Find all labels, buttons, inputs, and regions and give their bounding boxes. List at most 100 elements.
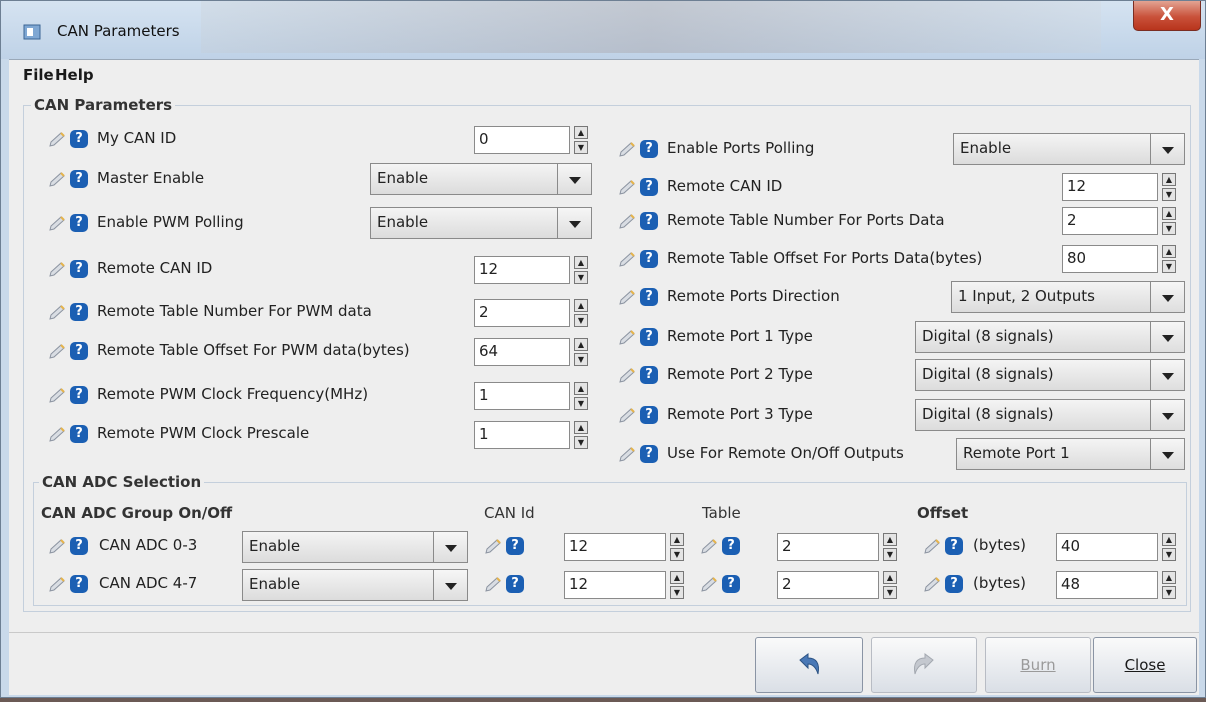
- help-icon[interactable]: ?: [945, 537, 963, 555]
- spin-up-icon[interactable]: ▲: [574, 421, 588, 434]
- spinner-arrows[interactable]: ▲ ▼: [883, 571, 897, 599]
- help-icon[interactable]: ?: [70, 425, 88, 443]
- right-row-3-spinner-input[interactable]: 80: [1062, 245, 1158, 273]
- edit-pencil-icon[interactable]: [47, 304, 69, 322]
- chevron-down-icon[interactable]: [1151, 133, 1185, 165]
- help-icon[interactable]: ?: [640, 178, 658, 196]
- chevron-down-icon[interactable]: [558, 163, 592, 195]
- help-icon[interactable]: ?: [70, 214, 88, 232]
- right-row-0-combo-value[interactable]: Enable: [953, 133, 1151, 165]
- spin-up-icon[interactable]: ▲: [883, 571, 897, 584]
- spin-down-icon[interactable]: ▼: [574, 436, 588, 449]
- help-icon[interactable]: ?: [70, 170, 88, 188]
- right-row-5-combo-value[interactable]: Digital (8 signals): [915, 321, 1151, 353]
- spinner-arrows[interactable]: ▲ ▼: [670, 533, 684, 561]
- adc-row-0-table-spinner-input[interactable]: 2: [777, 533, 879, 561]
- help-icon[interactable]: ?: [70, 303, 88, 321]
- spin-down-icon[interactable]: ▼: [883, 586, 897, 599]
- right-row-7-combo[interactable]: Digital (8 signals): [915, 399, 1185, 431]
- help-icon[interactable]: ?: [640, 328, 658, 346]
- adc-row-1-offset-spinner-input[interactable]: 48: [1056, 571, 1158, 599]
- help-icon[interactable]: ?: [640, 140, 658, 158]
- left-row-4-spinner-input[interactable]: 2: [474, 299, 570, 327]
- spinner-arrows[interactable]: ▲ ▼: [574, 382, 588, 410]
- edit-pencil-icon[interactable]: [47, 538, 69, 556]
- left-row-7-spinner-input[interactable]: 1: [474, 421, 570, 449]
- spin-up-icon[interactable]: ▲: [574, 382, 588, 395]
- burn-button[interactable]: Burn: [985, 637, 1091, 693]
- help-icon[interactable]: ?: [640, 406, 658, 424]
- spin-down-icon[interactable]: ▼: [574, 271, 588, 284]
- edit-pencil-icon[interactable]: [617, 367, 639, 385]
- help-icon[interactable]: ?: [506, 537, 524, 555]
- chevron-down-icon[interactable]: [1151, 359, 1185, 391]
- spin-down-icon[interactable]: ▼: [574, 353, 588, 366]
- spin-up-icon[interactable]: ▲: [883, 533, 897, 546]
- right-row-2-spinner-input[interactable]: 2: [1062, 207, 1158, 235]
- edit-pencil-icon[interactable]: [47, 261, 69, 279]
- edit-pencil-icon[interactable]: [617, 407, 639, 425]
- edit-pencil-icon[interactable]: [47, 343, 69, 361]
- edit-pencil-icon[interactable]: [483, 538, 505, 556]
- edit-pencil-icon[interactable]: [47, 426, 69, 444]
- help-icon[interactable]: ?: [640, 366, 658, 384]
- edit-pencil-icon[interactable]: [699, 576, 721, 594]
- help-icon[interactable]: ?: [640, 445, 658, 463]
- spin-down-icon[interactable]: ▼: [1162, 586, 1176, 599]
- spin-up-icon[interactable]: ▲: [1162, 173, 1176, 186]
- right-row-4-combo-value[interactable]: 1 Input, 2 Outputs: [951, 281, 1151, 313]
- spin-up-icon[interactable]: ▲: [670, 533, 684, 546]
- help-icon[interactable]: ?: [70, 575, 88, 593]
- spinner-arrows[interactable]: ▲ ▼: [574, 256, 588, 284]
- edit-pencil-icon[interactable]: [922, 576, 944, 594]
- spin-up-icon[interactable]: ▲: [1162, 207, 1176, 220]
- spin-up-icon[interactable]: ▲: [1162, 245, 1176, 258]
- spinner-arrows[interactable]: ▲ ▼: [883, 533, 897, 561]
- help-icon[interactable]: ?: [70, 386, 88, 404]
- spinner-arrows[interactable]: ▲ ▼: [1162, 245, 1176, 273]
- spinner-arrows[interactable]: ▲ ▼: [670, 571, 684, 599]
- left-row-2-combo[interactable]: Enable: [370, 207, 592, 239]
- chevron-down-icon[interactable]: [434, 569, 468, 601]
- help-icon[interactable]: ?: [722, 575, 740, 593]
- right-row-0-combo[interactable]: Enable: [953, 133, 1185, 165]
- edit-pencil-icon[interactable]: [47, 576, 69, 594]
- right-row-6-combo[interactable]: Digital (8 signals): [915, 359, 1185, 391]
- help-icon[interactable]: ?: [640, 250, 658, 268]
- help-icon[interactable]: ?: [722, 537, 740, 555]
- left-row-1-combo-value[interactable]: Enable: [370, 163, 558, 195]
- right-row-4-combo[interactable]: 1 Input, 2 Outputs: [951, 281, 1185, 313]
- menu-file[interactable]: File: [23, 66, 54, 84]
- right-row-8-combo-value[interactable]: Remote Port 1: [956, 438, 1151, 470]
- spinner-arrows[interactable]: ▲ ▼: [574, 421, 588, 449]
- spinner-arrows[interactable]: ▲ ▼: [1162, 207, 1176, 235]
- title-bar[interactable]: CAN Parameters X: [1, 1, 1205, 59]
- edit-pencil-icon[interactable]: [699, 538, 721, 556]
- chevron-down-icon[interactable]: [1151, 281, 1185, 313]
- edit-pencil-icon[interactable]: [617, 329, 639, 347]
- adc-row-0-offset-spinner-input[interactable]: 40: [1056, 533, 1158, 561]
- edit-pencil-icon[interactable]: [483, 576, 505, 594]
- spin-up-icon[interactable]: ▲: [670, 571, 684, 584]
- right-row-6-combo-value[interactable]: Digital (8 signals): [915, 359, 1151, 391]
- chevron-down-icon[interactable]: [434, 531, 468, 563]
- adc-row-1-onoff-combo[interactable]: Enable: [242, 569, 468, 601]
- spin-up-icon[interactable]: ▲: [574, 256, 588, 269]
- chevron-down-icon[interactable]: [1151, 438, 1185, 470]
- spin-down-icon[interactable]: ▼: [1162, 260, 1176, 273]
- adc-row-1-canid-spinner-input[interactable]: 12: [564, 571, 666, 599]
- spinner-arrows[interactable]: ▲ ▼: [1162, 533, 1176, 561]
- spin-down-icon[interactable]: ▼: [1162, 548, 1176, 561]
- help-icon[interactable]: ?: [640, 212, 658, 230]
- adc-row-0-onoff-combo-value[interactable]: Enable: [242, 531, 434, 563]
- edit-pencil-icon[interactable]: [47, 131, 69, 149]
- spin-down-icon[interactable]: ▼: [574, 314, 588, 327]
- window-close-button[interactable]: X: [1133, 1, 1201, 31]
- spinner-arrows[interactable]: ▲ ▼: [574, 299, 588, 327]
- spin-down-icon[interactable]: ▼: [574, 141, 588, 154]
- adc-row-0-onoff-combo[interactable]: Enable: [242, 531, 468, 563]
- spin-down-icon[interactable]: ▼: [574, 397, 588, 410]
- help-icon[interactable]: ?: [506, 575, 524, 593]
- edit-pencil-icon[interactable]: [617, 289, 639, 307]
- right-row-1-spinner-input[interactable]: 12: [1062, 173, 1158, 201]
